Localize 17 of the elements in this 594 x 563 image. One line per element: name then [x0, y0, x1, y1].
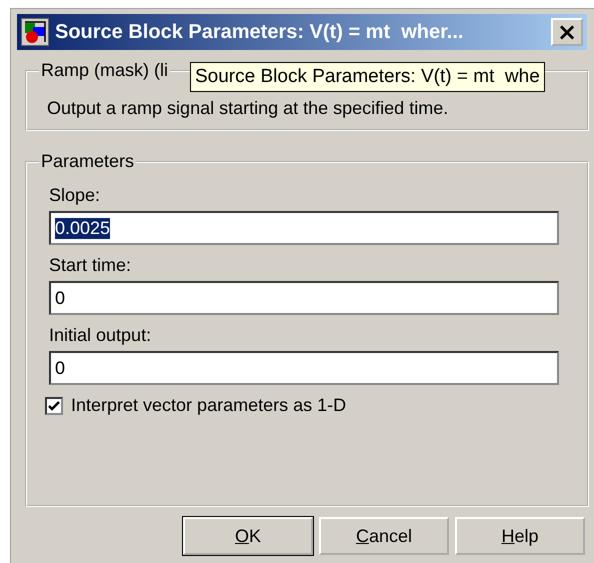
checkbox[interactable] — [45, 396, 63, 414]
dialog-button[interactable]: Help — [455, 517, 585, 555]
window-title: Source Block Parameters: V(t) = mt wher... — [55, 20, 464, 44]
field-label: Start time: — [49, 255, 132, 276]
input-field[interactable]: 0.0025 — [49, 211, 559, 245]
close-button[interactable]: × — [551, 18, 583, 46]
field-label: Slope: — [49, 185, 102, 206]
checkbox-label: Interpret vector parameters as 1-D — [71, 395, 346, 416]
field-label: Initial output: — [49, 325, 152, 346]
input-field[interactable]: 0 — [49, 351, 559, 385]
input-field[interactable]: 0 — [49, 281, 559, 315]
dialog-button[interactable]: OK — [183, 517, 313, 555]
group-title: Ramp (mask) (li — [39, 60, 170, 81]
block-diagram-icon — [21, 18, 49, 46]
dialog-button[interactable]: Cancel — [319, 517, 449, 555]
tooltip: Source Block Parameters: V(t) = mt whe — [190, 62, 545, 92]
description-text: Output a ramp signal starting at the specified time. — [47, 98, 448, 119]
